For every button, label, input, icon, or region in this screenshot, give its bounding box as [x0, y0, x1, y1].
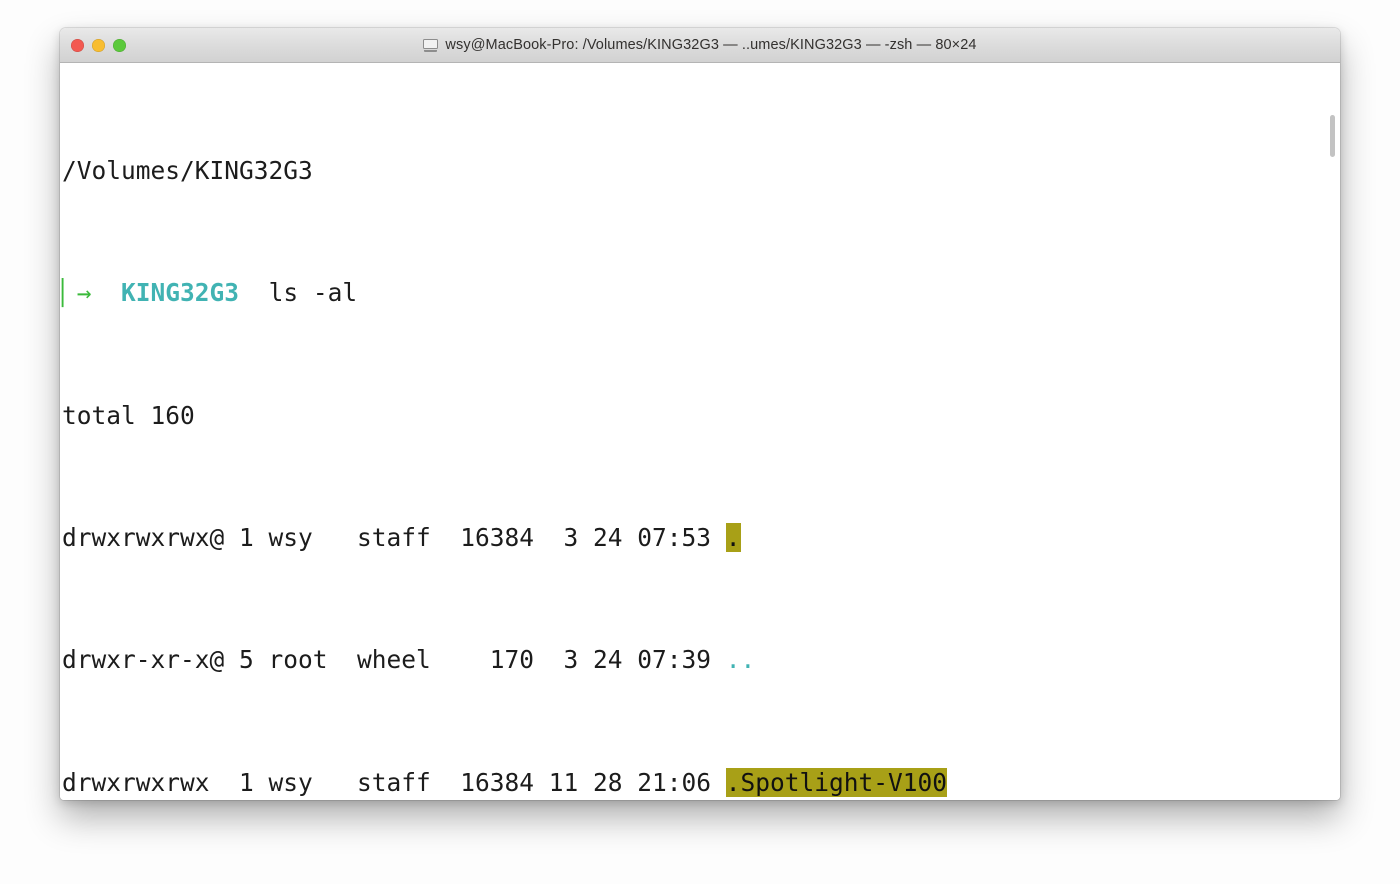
- prompt-gap-1: [92, 278, 122, 307]
- terminal-line-total: total 160: [62, 401, 1340, 432]
- table-row: drwxrwxrwx 1 wsy staff 16384 11 28 21:06…: [62, 767, 1340, 799]
- file-name[interactable]: .: [725, 522, 741, 552]
- total-text: total 160: [62, 400, 195, 430]
- terminal-line-prompt-command: ▏→ KING32G3 ls -al: [62, 278, 1340, 309]
- close-button[interactable]: [71, 38, 84, 52]
- table-row: drwxrwxrwx@ 1 wsy staff 16384 3 24 07:53…: [62, 522, 1340, 554]
- terminal-screen[interactable]: /Volumes/KING32G3 ▏→ KING32G3 ls -al tot…: [62, 63, 1340, 800]
- row-meta: drwxrwxrwx 1 wsy staff 16384 11 28 21:06: [62, 767, 726, 797]
- display-icon: [423, 38, 439, 52]
- prompt-arrow-icon: →: [76, 278, 92, 308]
- prompt-gap-2: [239, 278, 269, 307]
- vertical-scrollbar[interactable]: [1325, 63, 1340, 800]
- prompt-command-text: ls -al: [268, 278, 358, 308]
- prompt-host-label: KING32G3: [121, 278, 240, 308]
- file-name[interactable]: .Spotlight-V100: [725, 767, 948, 797]
- zoom-button[interactable]: [113, 38, 126, 52]
- table-row: drwxr-xr-x@ 5 root wheel 170 3 24 07:39 …: [62, 645, 1340, 676]
- scrollbar-thumb[interactable]: [1330, 115, 1335, 157]
- window-title-text: wsy@MacBook-Pro: /Volumes/KING32G3 — ..u…: [445, 37, 977, 53]
- terminal-window[interactable]: wsy@MacBook-Pro: /Volumes/KING32G3 — ..u…: [60, 28, 1340, 800]
- minimize-button[interactable]: [92, 38, 105, 52]
- terminal-line-cwd: /Volumes/KING32G3: [62, 156, 1340, 187]
- window-controls: [71, 28, 126, 62]
- prompt-bar-icon: ▏: [62, 278, 77, 308]
- row-meta: drwxr-xr-x@ 5 root wheel 170 3 24 07:39: [62, 645, 726, 675]
- cwd-text: /Volumes/KING32G3: [62, 155, 313, 185]
- file-name[interactable]: ..: [726, 645, 756, 674]
- window-title-bar[interactable]: wsy@MacBook-Pro: /Volumes/KING32G3 — ..u…: [60, 28, 1340, 63]
- terminal-body[interactable]: /Volumes/KING32G3 ▏→ KING32G3 ls -al tot…: [60, 63, 1340, 800]
- desktop-background: wsy@MacBook-Pro: /Volumes/KING32G3 — ..u…: [0, 0, 1400, 884]
- window-title-group: wsy@MacBook-Pro: /Volumes/KING32G3 — ..u…: [60, 28, 1340, 62]
- row-meta: drwxrwxrwx@ 1 wsy staff 16384 3 24 07:53: [62, 522, 726, 552]
